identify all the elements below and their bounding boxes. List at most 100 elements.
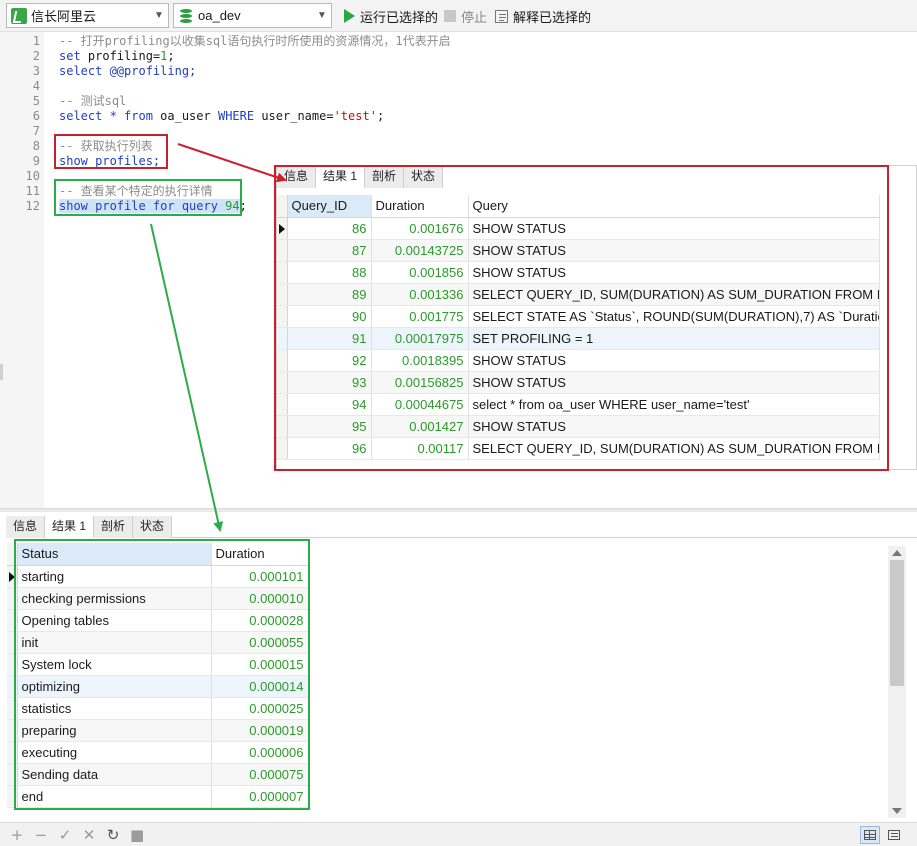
table-row[interactable]: init 0.000055 [7, 631, 309, 654]
table-cell[interactable]: SHOW STATUS [468, 349, 880, 372]
table-cell[interactable]: 87 [287, 239, 372, 262]
table-row[interactable]: 86 0.001676 SHOW STATUS [277, 217, 880, 240]
table-cell[interactable]: 0.000007 [211, 785, 309, 808]
table-cell[interactable]: 94 [287, 393, 372, 416]
table-cell[interactable]: 0.000101 [211, 565, 309, 588]
scroll-up-icon[interactable] [892, 550, 902, 556]
table-cell[interactable]: 0.000025 [211, 697, 309, 720]
row-header[interactable] [277, 305, 288, 328]
table-cell[interactable]: SHOW STATUS [468, 239, 880, 262]
table-cell[interactable]: executing [17, 741, 212, 764]
grid-view-button[interactable] [860, 826, 880, 844]
table-row[interactable]: starting 0.000101 [7, 565, 309, 588]
table-cell[interactable]: SET PROFILING = 1 [468, 327, 880, 350]
row-header[interactable] [7, 675, 18, 698]
table-cell[interactable]: preparing [17, 719, 212, 742]
tab-status[interactable]: 状态 [133, 516, 173, 538]
table-cell[interactable]: System lock [17, 653, 212, 676]
tab-status[interactable]: 状态 [404, 166, 444, 188]
table-cell[interactable]: 0.000019 [211, 719, 309, 742]
table-row[interactable]: 93 0.00156825 SHOW STATUS [277, 371, 880, 394]
table-row[interactable]: end 0.000007 [7, 785, 309, 808]
table-row[interactable]: Sending data 0.000075 [7, 763, 309, 786]
row-header[interactable] [7, 785, 18, 808]
table-row[interactable]: 94 0.00044675 select * from oa_user WHERE … [277, 393, 880, 416]
table-cell[interactable]: 0.000006 [211, 741, 309, 764]
table-cell[interactable]: init [17, 631, 212, 654]
table-row[interactable]: 88 0.001856 SHOW STATUS [277, 261, 880, 284]
table-cell[interactable]: 95 [287, 415, 372, 438]
column-header-status[interactable]: Status [17, 543, 212, 566]
table-cell[interactable]: 0.001336 [371, 283, 469, 306]
row-header[interactable] [7, 763, 18, 786]
minus-icon[interactable]: − [34, 828, 48, 843]
row-header[interactable] [7, 565, 18, 588]
table-cell[interactable]: checking permissions [17, 587, 212, 610]
table-cell[interactable]: 0.000075 [211, 763, 309, 786]
refresh-icon[interactable]: ↻ [106, 828, 120, 843]
column-header-duration[interactable]: Duration [371, 195, 469, 218]
table-cell[interactable]: SHOW STATUS [468, 217, 880, 240]
scroll-down-icon[interactable] [892, 808, 902, 814]
row-header[interactable] [7, 653, 18, 676]
tab-result-1[interactable]: 结果 1 [45, 516, 95, 538]
tab-profile[interactable]: 剖析 [94, 516, 134, 538]
table-row[interactable]: 96 0.00117 SELECT QUERY_ID, SUM(DURATION) … [277, 437, 880, 460]
run-selected-button[interactable]: 运行已选择的 [342, 6, 438, 26]
table-cell[interactable]: 91 [287, 327, 372, 350]
explain-selected-button[interactable]: 解释已选择的 [495, 6, 591, 26]
table-cell[interactable]: end [17, 785, 212, 808]
row-header[interactable] [277, 261, 288, 284]
row-header[interactable] [7, 631, 18, 654]
table-cell[interactable]: SELECT QUERY_ID, SUM(DURATION) AS SUM_DU… [468, 283, 880, 306]
row-header[interactable] [7, 719, 18, 742]
cross-icon[interactable]: ✕ [82, 828, 96, 843]
table-cell[interactable]: 96 [287, 437, 372, 460]
tab-info[interactable]: 信息 [277, 166, 317, 188]
row-header[interactable] [277, 393, 288, 416]
table-row[interactable]: System lock 0.000015 [7, 653, 309, 676]
row-header[interactable] [277, 349, 288, 372]
plus-icon[interactable]: + [10, 828, 24, 843]
table-cell[interactable]: 0.00156825 [371, 371, 469, 394]
table-cell[interactable]: 0.000010 [211, 587, 309, 610]
table-row[interactable]: 89 0.001336 SELECT QUERY_ID, SUM(DURATION)… [277, 283, 880, 306]
stop-icon[interactable]: ■ [130, 828, 144, 843]
table-row[interactable]: 87 0.00143725 SHOW STATUS [277, 239, 880, 262]
scrollbar-thumb[interactable] [890, 560, 904, 686]
row-header[interactable] [7, 609, 18, 632]
table-cell[interactable]: 88 [287, 261, 372, 284]
table-cell[interactable]: select * from oa_user WHERE user_name='t… [468, 393, 880, 416]
table-cell[interactable]: SHOW STATUS [468, 371, 880, 394]
table-cell[interactable]: SHOW STATUS [468, 415, 880, 438]
table-row[interactable]: checking permissions 0.000010 [7, 587, 309, 610]
row-header[interactable] [277, 239, 288, 262]
table-row[interactable]: 95 0.001427 SHOW STATUS [277, 415, 880, 438]
table-cell[interactable]: statistics [17, 697, 212, 720]
table-cell[interactable]: starting [17, 565, 212, 588]
table-cell[interactable]: 0.00044675 [371, 393, 469, 416]
table-row[interactable]: executing 0.000006 [7, 741, 309, 764]
profiles-table[interactable]: Query_ID Duration Query 86 0.001676 SHOW S… [277, 195, 880, 460]
table-cell[interactable]: Opening tables [17, 609, 212, 632]
check-icon[interactable]: ✓ [58, 828, 72, 843]
table-row[interactable]: 92 0.0018395 SHOW STATUS [277, 349, 880, 372]
table-cell[interactable]: 93 [287, 371, 372, 394]
database-select[interactable]: oa_dev ▼ [173, 3, 332, 28]
row-header[interactable] [277, 437, 288, 460]
vertical-scrollbar[interactable] [888, 546, 906, 818]
table-row[interactable]: Opening tables 0.000028 [7, 609, 309, 632]
table-row[interactable]: preparing 0.000019 [7, 719, 309, 742]
table-cell[interactable]: 90 [287, 305, 372, 328]
table-row[interactable]: optimizing 0.000014 [7, 675, 309, 698]
tab-result-1[interactable]: 结果 1 [316, 166, 366, 188]
table-cell[interactable]: 86 [287, 217, 372, 240]
column-header-query[interactable]: Query [468, 195, 880, 218]
column-header-query-id[interactable]: Query_ID [287, 195, 372, 218]
form-view-button[interactable] [884, 826, 904, 844]
row-header[interactable] [7, 587, 18, 610]
table-row[interactable]: statistics 0.000025 [7, 697, 309, 720]
table-row[interactable]: 90 0.001775 SELECT STATE AS `Status`, ROUN… [277, 305, 880, 328]
row-header[interactable] [7, 697, 18, 720]
table-cell[interactable]: 0.00143725 [371, 239, 469, 262]
